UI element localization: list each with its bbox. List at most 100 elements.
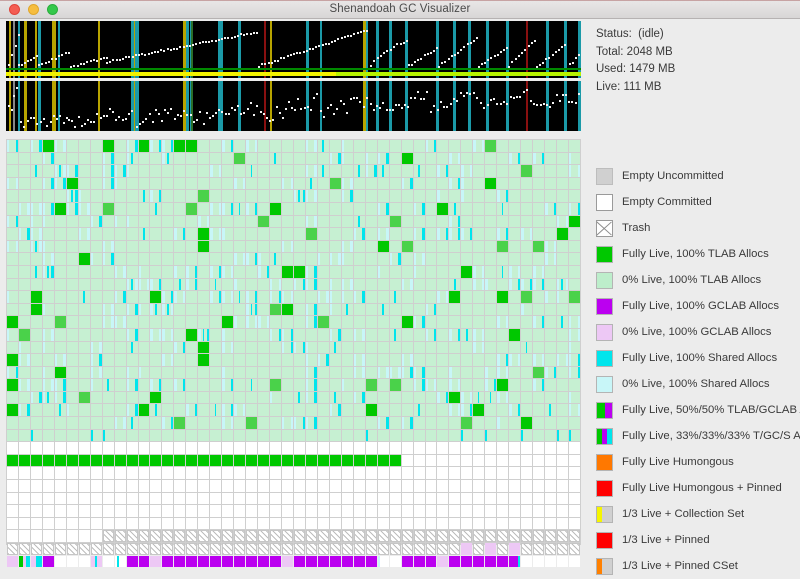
region-cell[interactable] <box>365 278 377 291</box>
region-cell[interactable] <box>234 202 246 215</box>
region-cell[interactable] <box>270 505 282 517</box>
region-cell[interactable] <box>90 467 102 480</box>
region-cell[interactable] <box>54 177 66 190</box>
region-cell[interactable] <box>329 366 341 379</box>
region-cell[interactable] <box>174 391 186 404</box>
region-cell[interactable] <box>557 165 569 177</box>
region-cell[interactable] <box>461 391 473 404</box>
region-cell[interactable] <box>210 202 222 215</box>
region-cell[interactable] <box>473 215 485 228</box>
region-cell-uncommitted[interactable] <box>521 530 533 542</box>
region-cell[interactable] <box>150 391 162 404</box>
region-cell[interactable] <box>305 480 317 492</box>
region-cell[interactable] <box>150 202 162 215</box>
region-cell[interactable] <box>425 316 437 328</box>
region-cell[interactable] <box>341 190 353 202</box>
region-cell[interactable] <box>138 328 150 341</box>
region-cell[interactable] <box>353 379 365 391</box>
region-cell[interactable] <box>389 316 401 328</box>
region-cell[interactable] <box>198 165 210 177</box>
region-cell[interactable] <box>126 417 138 429</box>
region-cell[interactable] <box>533 265 545 278</box>
region-cell[interactable] <box>198 354 210 366</box>
region-cell[interactable] <box>78 316 90 328</box>
region-cell[interactable] <box>569 492 580 505</box>
region-cell[interactable] <box>389 140 401 152</box>
region-cell[interactable] <box>246 278 258 291</box>
region-cell[interactable] <box>186 454 198 467</box>
region-cell[interactable] <box>329 467 341 480</box>
region-cell[interactable] <box>90 240 102 253</box>
region-cell[interactable] <box>186 228 198 240</box>
region-cell[interactable] <box>437 152 449 165</box>
region-cell-uncommitted[interactable] <box>293 543 305 555</box>
region-cell[interactable] <box>557 240 569 253</box>
region-cell-uncommitted[interactable] <box>329 530 341 542</box>
region-cell[interactable] <box>449 467 461 480</box>
region-cell[interactable] <box>222 291 234 303</box>
region-cell[interactable] <box>485 391 497 404</box>
region-cell[interactable] <box>533 379 545 391</box>
region-cell[interactable] <box>234 379 246 391</box>
region-cell[interactable] <box>186 379 198 391</box>
region-cell[interactable] <box>521 303 533 316</box>
region-cell[interactable] <box>557 555 569 568</box>
region-cell[interactable] <box>18 291 30 303</box>
region-cell[interactable] <box>150 429 162 442</box>
region-cell[interactable] <box>473 417 485 429</box>
region-cell[interactable] <box>102 303 114 316</box>
region-cell[interactable] <box>305 391 317 404</box>
region-cell[interactable] <box>78 429 90 442</box>
region-cell[interactable] <box>317 341 329 354</box>
region-cell[interactable] <box>497 215 509 228</box>
region-cell[interactable] <box>569 278 580 291</box>
region-cell[interactable] <box>377 328 389 341</box>
region-cell[interactable] <box>389 253 401 265</box>
region-cell[interactable] <box>114 555 126 568</box>
region-cell[interactable] <box>413 328 425 341</box>
region-cell[interactable] <box>54 555 66 568</box>
region-cell[interactable] <box>114 404 126 417</box>
region-cell[interactable] <box>413 177 425 190</box>
region-cell[interactable] <box>545 152 557 165</box>
region-cell[interactable] <box>569 429 580 442</box>
region-cell[interactable] <box>557 417 569 429</box>
region-cell[interactable] <box>329 316 341 328</box>
region-cell[interactable] <box>162 240 174 253</box>
region-cell-uncommitted[interactable] <box>210 530 222 542</box>
region-cell[interactable] <box>258 492 270 505</box>
region-cell[interactable] <box>234 366 246 379</box>
region-cell[interactable] <box>461 467 473 480</box>
region-cell[interactable] <box>102 202 114 215</box>
region-cell[interactable] <box>90 152 102 165</box>
region-cell[interactable] <box>317 492 329 505</box>
region-cell[interactable] <box>329 417 341 429</box>
region-cell[interactable] <box>246 505 258 517</box>
region-cell[interactable] <box>90 354 102 366</box>
region-cell[interactable] <box>329 328 341 341</box>
region-cell[interactable] <box>246 429 258 442</box>
region-cell[interactable] <box>174 202 186 215</box>
region-cell[interactable] <box>186 467 198 480</box>
region-cell[interactable] <box>461 140 473 152</box>
region-cell[interactable] <box>54 303 66 316</box>
region-cell[interactable] <box>341 165 353 177</box>
region-cell[interactable] <box>7 391 18 404</box>
region-cell[interactable] <box>138 303 150 316</box>
region-cell[interactable] <box>533 467 545 480</box>
region-cell[interactable] <box>449 240 461 253</box>
region-cell[interactable] <box>461 177 473 190</box>
region-cell[interactable] <box>449 328 461 341</box>
region-cell[interactable] <box>545 140 557 152</box>
region-cell[interactable] <box>521 140 533 152</box>
region-cell[interactable] <box>401 366 413 379</box>
region-cell[interactable] <box>497 391 509 404</box>
region-cell[interactable] <box>66 442 78 454</box>
region-cell[interactable] <box>174 140 186 152</box>
region-cell[interactable] <box>449 202 461 215</box>
region-cell[interactable] <box>389 152 401 165</box>
region-cell[interactable] <box>54 366 66 379</box>
region-cell[interactable] <box>401 165 413 177</box>
region-cell[interactable] <box>90 341 102 354</box>
region-cell[interactable] <box>365 240 377 253</box>
